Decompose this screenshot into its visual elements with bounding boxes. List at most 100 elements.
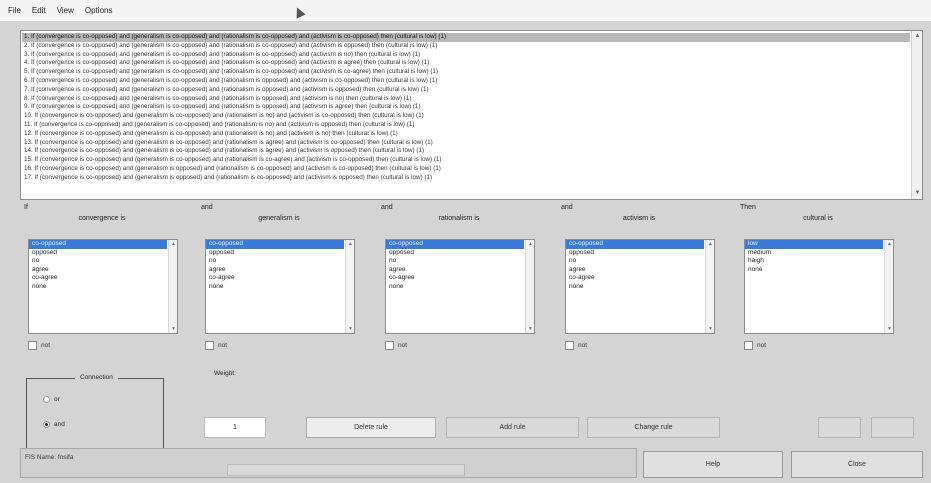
not-checkbox[interactable] xyxy=(28,341,37,350)
list-option[interactable]: co-opposed xyxy=(206,240,344,249)
rule-item[interactable]: 8. If (convergence is co-opposed) and (g… xyxy=(22,95,910,104)
not-checkbox[interactable] xyxy=(565,341,574,350)
membership-listbox[interactable]: co-opposed opposed no agree co-agree non… xyxy=(28,239,178,334)
not-checkbox[interactable] xyxy=(205,341,214,350)
list-option[interactable]: agree xyxy=(206,266,344,275)
variable-label: generalism is xyxy=(258,215,300,222)
rule-item[interactable]: 2. If (convergence is co-opposed) and (g… xyxy=(22,42,910,51)
and-radio[interactable] xyxy=(43,421,50,428)
list-option[interactable]: co-agree xyxy=(566,274,704,283)
rule-item[interactable]: 3. If (convergence is co-opposed) and (g… xyxy=(22,51,910,60)
or-radio[interactable] xyxy=(43,396,50,403)
list-option[interactable]: none xyxy=(206,283,344,292)
list-option[interactable]: low xyxy=(745,240,883,249)
list-option[interactable]: none xyxy=(566,283,704,292)
antecedent-convergence: If convergence is co-opposed opposed no … xyxy=(24,203,194,350)
rule-item[interactable]: 16. If (convergence is co-opposed) and (… xyxy=(22,165,910,174)
membership-listbox[interactable]: co-opposed opposed no agree co-agree non… xyxy=(385,239,535,334)
scroll-down-icon[interactable]: ▼ xyxy=(170,326,177,332)
menu-file[interactable]: File xyxy=(8,6,21,15)
list-option[interactable]: no xyxy=(29,257,167,266)
rule-item[interactable]: 9. If (convergence is co-opposed) and (g… xyxy=(22,103,910,112)
rule-item[interactable]: 11. If (convergence is co-opposed) and (… xyxy=(22,121,910,130)
menu-edit[interactable]: Edit xyxy=(32,6,46,15)
list-option[interactable]: co-agree xyxy=(386,274,524,283)
connection-or-option[interactable]: or xyxy=(43,396,60,403)
list-option[interactable]: co-agree xyxy=(206,274,344,283)
list-option[interactable]: co-opposed xyxy=(29,240,167,249)
operator-label: If xyxy=(24,204,28,211)
list-option[interactable]: no xyxy=(206,257,344,266)
weight-label: Weight: xyxy=(214,370,236,377)
scroll-up-icon[interactable]: ▲ xyxy=(347,241,354,247)
scroll-up-icon[interactable]: ▲ xyxy=(527,241,534,247)
weight-input[interactable]: 1 xyxy=(204,417,266,438)
list-option[interactable]: medium xyxy=(745,249,883,258)
connection-and-option[interactable]: and xyxy=(43,421,65,428)
list-option[interactable]: opposed xyxy=(566,249,704,258)
rule-item[interactable]: 7. If (convergence is co-opposed) and (g… xyxy=(22,86,910,95)
rule-item[interactable]: 13. If (convergence is co-opposed) and (… xyxy=(22,139,910,148)
list-option[interactable]: opposed xyxy=(29,249,167,258)
list-option[interactable]: co-opposed xyxy=(386,240,524,249)
list-option[interactable]: agree xyxy=(29,266,167,275)
not-toggle[interactable]: not xyxy=(744,341,766,350)
navigate-forward-button[interactable] xyxy=(871,417,914,438)
scroll-down-icon[interactable]: ▼ xyxy=(886,326,893,332)
membership-listbox[interactable]: co-opposed opposed no agree co-agree non… xyxy=(205,239,355,334)
rules-list-panel[interactable]: 1. If (convergence is co-opposed) and (g… xyxy=(20,30,923,200)
menu-view[interactable]: View xyxy=(57,6,74,15)
help-button[interactable]: Help xyxy=(643,451,783,478)
scroll-up-icon[interactable]: ▲ xyxy=(914,33,921,40)
scroll-up-icon[interactable]: ▲ xyxy=(170,241,177,247)
scroll-down-icon[interactable]: ▼ xyxy=(707,326,714,332)
list-option[interactable]: no xyxy=(386,257,524,266)
rule-item[interactable]: 5. If (convergence is co-opposed) and (g… xyxy=(22,68,910,77)
rules-scrollbar[interactable]: ▲ ▼ xyxy=(911,31,922,199)
listbox-scrollbar[interactable]: ▲ ▼ xyxy=(345,240,354,333)
list-option[interactable]: agree xyxy=(566,266,704,275)
rule-item[interactable]: 6. If (convergence is co-opposed) and (g… xyxy=(22,77,910,86)
list-option[interactable]: co-agree xyxy=(29,274,167,283)
change-rule-button[interactable]: Change rule xyxy=(587,417,720,438)
menu-options[interactable]: Options xyxy=(85,6,113,15)
scroll-down-icon[interactable]: ▼ xyxy=(914,190,921,197)
listbox-scrollbar[interactable]: ▲ ▼ xyxy=(525,240,534,333)
listbox-scrollbar[interactable]: ▲ ▼ xyxy=(168,240,177,333)
not-toggle[interactable]: not xyxy=(205,341,227,350)
list-option[interactable]: none xyxy=(386,283,524,292)
navigate-back-button[interactable] xyxy=(818,417,861,438)
not-toggle[interactable]: not xyxy=(28,341,50,350)
not-checkbox[interactable] xyxy=(744,341,753,350)
not-toggle[interactable]: not xyxy=(385,341,407,350)
list-option[interactable]: opposed xyxy=(206,249,344,258)
list-option[interactable]: no xyxy=(566,257,704,266)
rule-item[interactable]: 15. If (convergence is co-opposed) and (… xyxy=(22,156,910,165)
rule-item[interactable]: 17. If (convergence is co-opposed) and (… xyxy=(22,174,910,183)
close-button[interactable]: Close xyxy=(791,451,923,478)
scroll-down-icon[interactable]: ▼ xyxy=(347,326,354,332)
list-option[interactable]: agree xyxy=(386,266,524,275)
not-checkbox[interactable] xyxy=(385,341,394,350)
scroll-up-icon[interactable]: ▲ xyxy=(707,241,714,247)
rule-item[interactable]: 1. If (convergence is co-opposed) and (g… xyxy=(22,33,910,42)
membership-listbox[interactable]: low medium haigh none ▲ ▼ xyxy=(744,239,894,334)
list-option[interactable]: none xyxy=(745,266,883,275)
rule-item[interactable]: 12. If (convergence is co-opposed) and (… xyxy=(22,130,910,139)
listbox-scrollbar[interactable]: ▲ ▼ xyxy=(705,240,714,333)
rules-list[interactable]: 1. If (convergence is co-opposed) and (g… xyxy=(22,33,910,197)
list-option[interactable]: none xyxy=(29,283,167,292)
listbox-scrollbar[interactable]: ▲ ▼ xyxy=(884,240,893,333)
rule-item[interactable]: 14. If (convergence is co-opposed) and (… xyxy=(22,147,910,156)
list-option[interactable]: opposed xyxy=(386,249,524,258)
add-rule-button[interactable]: Add rule xyxy=(446,417,579,438)
list-option[interactable]: haigh xyxy=(745,257,883,266)
rule-item[interactable]: 4. If (convergence is co-opposed) and (g… xyxy=(22,59,910,68)
membership-listbox[interactable]: co-opposed opposed no agree co-agree non… xyxy=(565,239,715,334)
rule-item[interactable]: 10. If (convergence is co-opposed) and (… xyxy=(22,112,910,121)
delete-rule-button[interactable]: Delete rule xyxy=(306,417,436,438)
scroll-up-icon[interactable]: ▲ xyxy=(886,241,893,247)
list-option[interactable]: co-opposed xyxy=(566,240,704,249)
not-toggle[interactable]: not xyxy=(565,341,587,350)
scroll-down-icon[interactable]: ▼ xyxy=(527,326,534,332)
